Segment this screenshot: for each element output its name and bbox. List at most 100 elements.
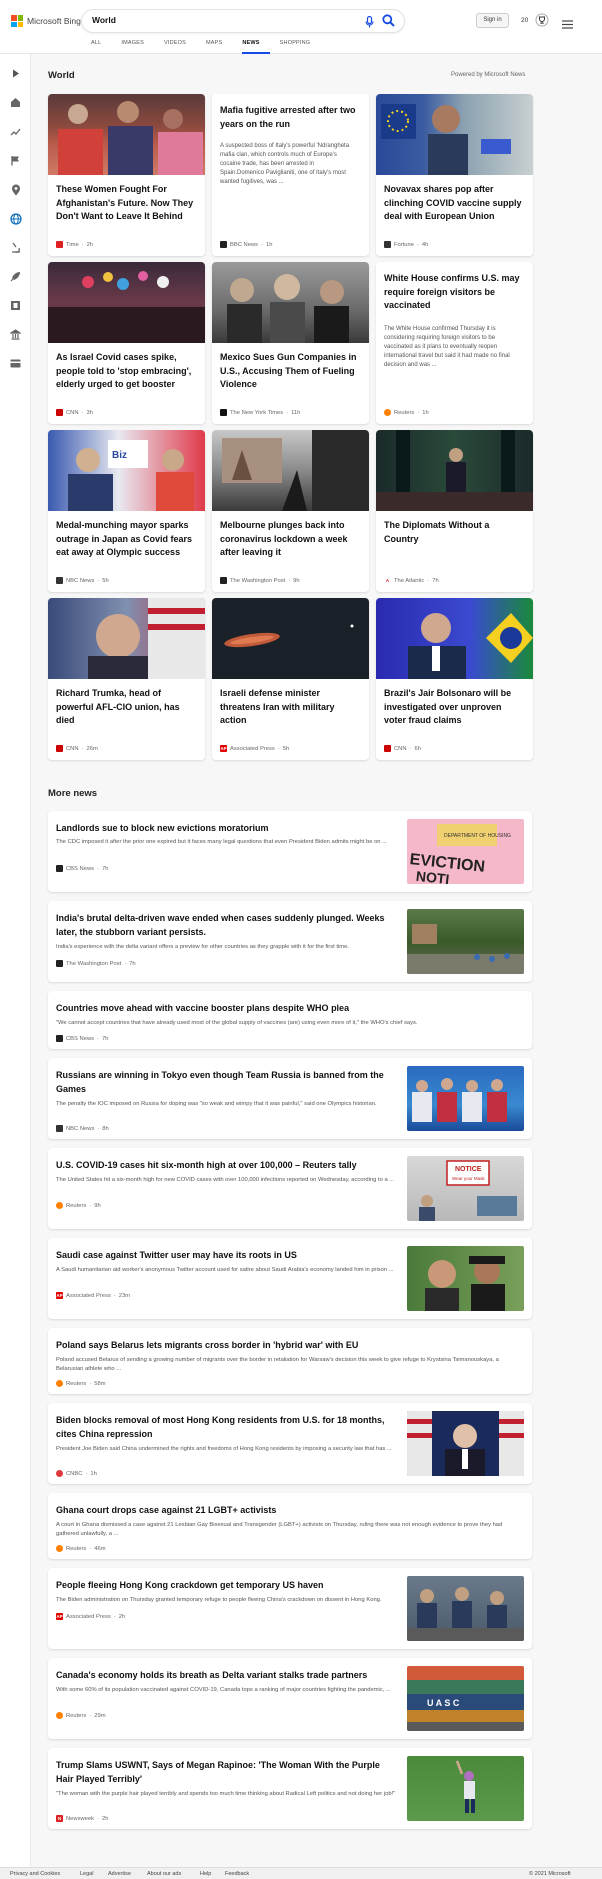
more-news-title[interactable]: Saudi case against Twitter user may have… — [56, 1248, 398, 1262]
news-card[interactable]: Novavax shares pop after clinching COVID… — [376, 94, 533, 256]
bing-logo[interactable]: Microsoft Bing — [11, 15, 81, 27]
footer-link-help[interactable]: Help — [200, 1871, 211, 1877]
trending-icon[interactable] — [9, 125, 22, 138]
news-card-source: CNN · 6h — [384, 745, 421, 752]
news-card-title[interactable]: Mafia fugitive arrested after two years … — [220, 104, 361, 131]
publisher-logo-icon — [220, 241, 227, 248]
news-card-title[interactable]: The Diplomats Without a Country — [384, 519, 525, 546]
microscope-icon[interactable] — [9, 241, 22, 254]
more-news-title[interactable]: India's brutal delta-driven wave ended w… — [56, 911, 398, 939]
news-card[interactable]: Richard Trumka, head of powerful AFL-CIO… — [48, 598, 205, 760]
more-news-item[interactable]: Countries move ahead with vaccine booste… — [48, 991, 532, 1049]
sidebar — [0, 54, 31, 1867]
search-input[interactable] — [92, 15, 342, 25]
more-news-title[interactable]: Poland says Belarus lets migrants cross … — [56, 1338, 524, 1352]
more-news-item[interactable]: Poland says Belarus lets migrants cross … — [48, 1328, 532, 1394]
more-news-title[interactable]: Biden blocks removal of most Hong Kong r… — [56, 1413, 398, 1441]
more-news-title[interactable]: People fleeing Hong Kong crackdown get t… — [56, 1578, 398, 1592]
more-news-snippet: President Joe Biden said China undermine… — [56, 1446, 392, 1452]
svg-text:DEPARTMENT OF HOUSING: DEPARTMENT OF HOUSING — [444, 833, 511, 839]
more-news-item[interactable]: U.S. COVID-19 cases hit six-month high a… — [48, 1148, 532, 1229]
hamburger-menu-icon[interactable] — [562, 16, 573, 34]
more-news-title[interactable]: Russians are winning in Tokyo even thoug… — [56, 1068, 398, 1096]
collapse-icon[interactable] — [9, 67, 22, 80]
rewards-count[interactable]: 20 — [521, 17, 528, 24]
tab-shopping[interactable]: SHOPPING — [280, 40, 321, 54]
globe-icon[interactable] — [9, 212, 22, 225]
rocket-icon[interactable] — [9, 270, 22, 283]
news-image — [48, 598, 205, 679]
more-news-title[interactable]: Ghana court drops case against 21 LGBT+ … — [56, 1503, 524, 1517]
news-card[interactable]: These Women Fought For Afghanistan's Fut… — [48, 94, 205, 256]
more-news-snippet: The penalty the IOC imposed on Russia fo… — [56, 1101, 377, 1107]
tab-all[interactable]: ALL — [91, 40, 111, 54]
news-card-title[interactable]: These Women Fought For Afghanistan's Fut… — [56, 183, 197, 224]
search-icon[interactable] — [382, 14, 395, 32]
more-news-source: CBS News · 7h — [56, 1035, 108, 1042]
news-card-title[interactable]: Melbourne plunges back into coronavirus … — [220, 519, 361, 560]
home-icon[interactable] — [9, 96, 22, 109]
footer-link-feedback[interactable]: Feedback — [225, 1871, 249, 1877]
sign-in-button[interactable]: Sign in — [476, 13, 509, 28]
rewards-trophy-icon[interactable] — [535, 13, 549, 32]
tab-maps[interactable]: MAPS — [206, 40, 232, 54]
publisher-logo-icon — [56, 865, 63, 872]
film-icon[interactable] — [9, 299, 22, 312]
more-news-item[interactable]: Russians are winning in Tokyo even thoug… — [48, 1058, 532, 1139]
footer-link-legal[interactable]: Legal — [80, 1871, 93, 1877]
news-card-title[interactable]: Mexico Sues Gun Companies in U.S., Accus… — [220, 351, 361, 392]
news-card[interactable]: Brazil's Jair Bolsonaro will be investig… — [376, 598, 533, 760]
news-card-title[interactable]: Israeli defense minister threatens Iran … — [220, 687, 361, 728]
footer-link-privacy[interactable]: Privacy and Cookies — [10, 1871, 60, 1877]
more-news-title[interactable]: Trump Slams USWNT, Says of Megan Rapinoe… — [56, 1758, 398, 1786]
news-card-title[interactable]: White House confirms U.S. may require fo… — [384, 272, 525, 313]
flag-icon[interactable] — [9, 154, 22, 167]
news-card[interactable]: Israeli defense minister threatens Iran … — [212, 598, 369, 760]
news-card[interactable]: The Diplomats Without a Country A The Atl… — [376, 430, 533, 592]
microphone-icon[interactable] — [365, 15, 374, 33]
news-card-title[interactable]: Medal-munching mayor sparks outrage in J… — [56, 519, 197, 560]
news-card[interactable]: Melbourne plunges back into coronavirus … — [212, 430, 369, 592]
news-card[interactable]: Mexico Sues Gun Companies in U.S., Accus… — [212, 262, 369, 424]
svg-text:NOTI: NOTI — [415, 868, 450, 884]
footer-link-about-ads[interactable]: About our ads — [147, 1871, 181, 1877]
news-image — [407, 1576, 524, 1641]
news-card-title[interactable]: Novavax shares pop after clinching COVID… — [384, 183, 525, 224]
news-card-title[interactable]: Richard Trumka, head of powerful AFL-CIO… — [56, 687, 197, 728]
more-news-item[interactable]: Canada's economy holds its breath as Del… — [48, 1658, 532, 1739]
more-news-snippet: With some 60% of its population vaccinat… — [56, 1687, 391, 1693]
more-news-item[interactable]: India's brutal delta-driven wave ended w… — [48, 901, 532, 982]
search-tabs: ALL IMAGES VIDEOS MAPS NEWS SHOPPING — [91, 40, 330, 54]
card-icon[interactable] — [9, 357, 22, 370]
tab-images[interactable]: IMAGES — [121, 40, 154, 54]
publisher-logo-icon — [220, 409, 227, 416]
bank-icon[interactable] — [9, 328, 22, 341]
news-image: Biz — [48, 430, 205, 511]
more-news-title[interactable]: U.S. COVID-19 cases hit six-month high a… — [56, 1158, 398, 1172]
more-news-snippet: India's experience with the delta varian… — [56, 944, 349, 950]
tab-videos[interactable]: VIDEOS — [164, 40, 196, 54]
more-news-item[interactable]: Saudi case against Twitter user may have… — [48, 1238, 532, 1319]
news-card[interactable]: Mafia fugitive arrested after two years … — [212, 94, 369, 256]
tab-news[interactable]: NEWS — [242, 40, 270, 54]
more-news-title[interactable]: Landlords sue to block new evictions mor… — [56, 821, 398, 835]
more-news-item[interactable]: Landlords sue to block new evictions mor… — [48, 811, 532, 892]
news-card[interactable]: White House confirms U.S. may require fo… — [376, 262, 533, 424]
more-news-item[interactable]: Trump Slams USWNT, Says of Megan Rapinoe… — [48, 1748, 532, 1829]
more-news-item[interactable]: People fleeing Hong Kong crackdown get t… — [48, 1568, 532, 1649]
more-news-title[interactable]: Canada's economy holds its breath as Del… — [56, 1668, 398, 1682]
news-card-source: A The Atlantic · 7h — [384, 577, 439, 584]
more-news-title[interactable]: Countries move ahead with vaccine booste… — [56, 1001, 524, 1015]
footer-link-advertise[interactable]: Advertise — [108, 1871, 131, 1877]
map-pin-icon[interactable] — [9, 183, 22, 196]
news-card[interactable]: As Israel Covid cases spike, people told… — [48, 262, 205, 424]
more-news-item[interactable]: Biden blocks removal of most Hong Kong r… — [48, 1403, 532, 1484]
more-news-item[interactable]: Ghana court drops case against 21 LGBT+ … — [48, 1493, 532, 1559]
more-news-snippet: A court in Ghana dismissed a case agains… — [56, 1522, 503, 1537]
news-card-title[interactable]: Brazil's Jair Bolsonaro will be investig… — [384, 687, 525, 728]
news-card[interactable]: Biz Medal-munching mayor sparks outrage … — [48, 430, 205, 592]
publisher-logo-icon — [220, 577, 227, 584]
publisher-logo-icon — [56, 745, 63, 752]
publisher-logo-icon — [56, 1712, 63, 1719]
news-card-title[interactable]: As Israel Covid cases spike, people told… — [56, 351, 197, 392]
